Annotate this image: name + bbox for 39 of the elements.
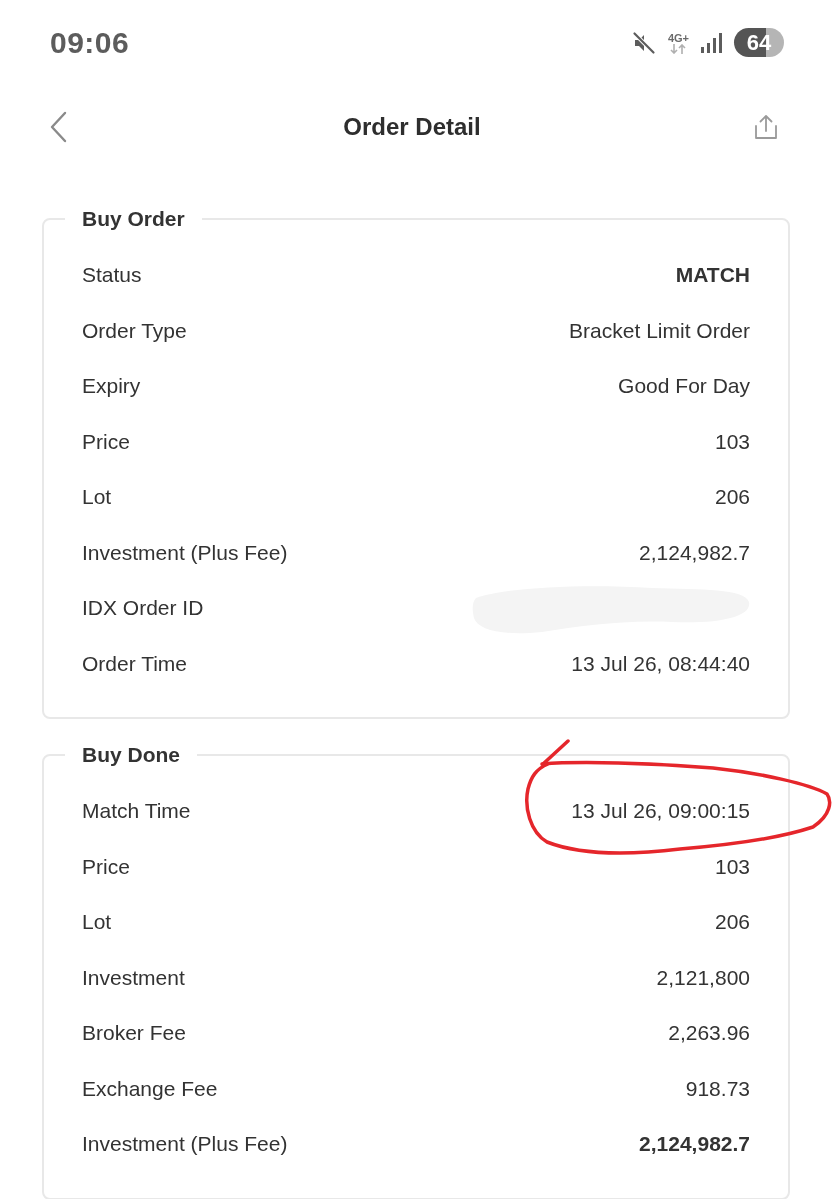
field-label: Price — [82, 428, 130, 455]
field-label: Lot — [82, 909, 112, 935]
data-arrows-icon — [669, 43, 688, 54]
field-label: Price — [82, 853, 130, 880]
muted-speaker-icon — [631, 30, 656, 55]
field-label: Exchange Fee — [82, 1075, 218, 1102]
status-time: 09:06 — [50, 25, 130, 61]
field-label: Order Time — [82, 650, 188, 677]
field-value: 103 — [714, 853, 750, 880]
field-value: 2,263.96 — [668, 1020, 750, 1046]
field-value: 206 — [714, 484, 750, 510]
signal-bars-icon — [701, 32, 722, 53]
field-label: Expiry — [82, 373, 141, 399]
field-value: 2,124,982.7 — [639, 1131, 750, 1157]
field-value: MATCH — [675, 262, 750, 288]
back-chevron-icon — [48, 111, 68, 143]
field-value: 2,124,982.7 — [639, 539, 750, 566]
field-value: 13 Jul 26, 08:44:40 — [571, 650, 750, 677]
share-icon — [754, 114, 778, 140]
network-type: 4G+ — [667, 31, 689, 44]
field-label: Lot — [82, 484, 112, 510]
field-label: Investment (Plus Fee) — [82, 1131, 288, 1157]
field-label: Order Type — [82, 317, 187, 344]
field-value: Good For Day — [618, 373, 750, 399]
field-label: Broker Fee — [82, 1020, 186, 1046]
field-value: 2,121,800 — [656, 964, 750, 991]
field-label: IDX Order ID — [82, 595, 204, 621]
section-title: Buy Done — [82, 743, 180, 766]
field-value: Bracket Limit Order — [569, 317, 750, 344]
field-value: 918.73 — [685, 1075, 750, 1102]
field-label: Investment (Plus Fee) — [82, 539, 288, 566]
field-value: 206 — [714, 909, 750, 935]
page-title: Order Detail — [343, 112, 481, 142]
field-value: 13 Jul 26, 09:00:15 — [571, 798, 750, 824]
field-label: Match Time — [82, 798, 191, 824]
field-label: Status — [82, 262, 142, 288]
section-title: Buy Order — [82, 207, 185, 230]
field-label: Investment — [82, 964, 185, 991]
field-value: 103 — [714, 428, 750, 455]
